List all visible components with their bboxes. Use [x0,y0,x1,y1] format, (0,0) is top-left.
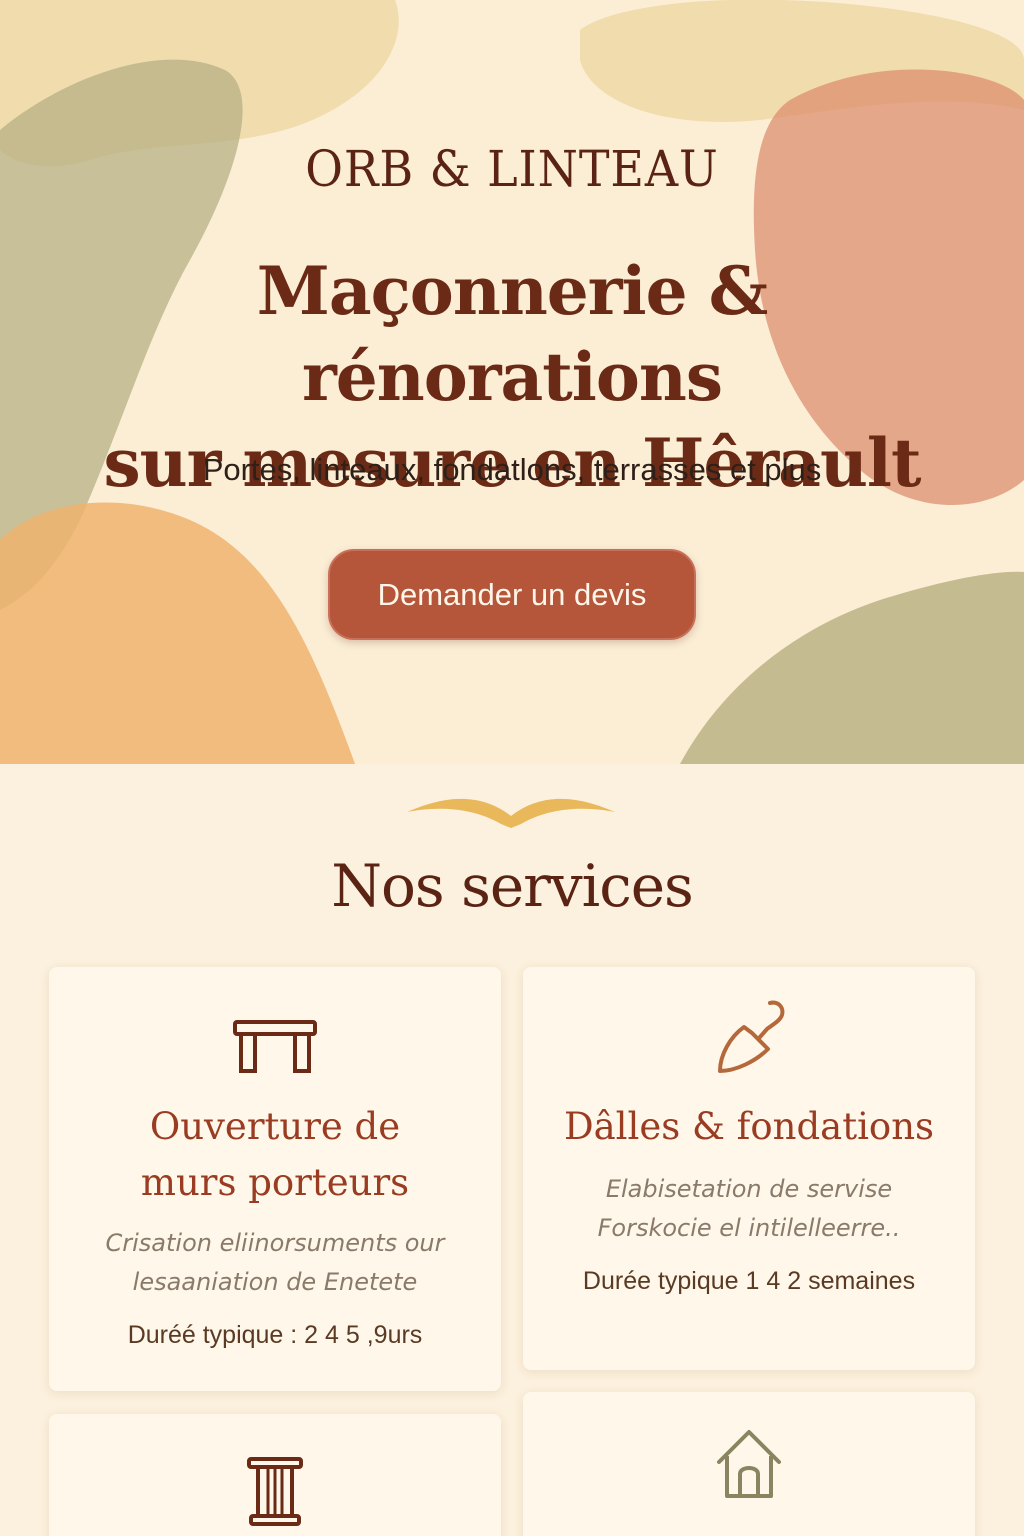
column-icon [247,1457,303,1526]
lintel-icon [233,1020,317,1073]
service-description-line-1: Elabisetation de servise [605,1175,893,1203]
service-title-line-2: murs porteurs [140,1161,410,1204]
service-description-line-2: Forskocie el intilelleerre.. [597,1214,901,1242]
service-card-house[interactable] [523,1392,975,1536]
services-title: Nos services [331,852,694,920]
tagline: Portes, linteaux, fondatlons, terrasses … [202,452,822,487]
ornament-icon [407,798,615,828]
service-description-line-2: lesaaniation de Enetete [132,1268,418,1296]
service-title: Ouverture de murs porteurs [69,1099,481,1211]
service-title: Dâlles & fondations [543,1099,955,1155]
brand-name: ORB & LINTEAU [305,140,719,198]
service-duration: Duréé typique : 2 4 5 ,9urs [127,1321,423,1349]
service-card-column[interactable] [49,1414,501,1536]
service-card-slabs-foundations[interactable]: Dâlles & fondations Elabisetation de ser… [523,967,975,1370]
service-description-line-1: Crisation eliinorsuments our [105,1229,445,1257]
hero-section: ORB & LINTEAU Maçonnerie & rénorations s… [0,0,1024,764]
service-title-line-1: Dâlles & fondations [563,1105,935,1148]
service-card-load-bearing[interactable]: Ouverture de murs porteurs Crisation eli… [49,967,501,1391]
service-title-line-1: Ouverture de [149,1105,401,1148]
trowel-icon [718,1000,785,1073]
request-quote-button[interactable]: Demander un devis [328,549,696,640]
service-description: Crisation eliinorsuments our lesaaniatio… [69,1224,481,1302]
service-duration: Durée typique 1 4 2 semaines [582,1267,916,1295]
house-icon [717,1430,781,1498]
headline-line-1: Maçonnerie & rénorations [256,252,768,416]
service-description: Elabisetation de servise Forskocie el in… [543,1170,955,1248]
